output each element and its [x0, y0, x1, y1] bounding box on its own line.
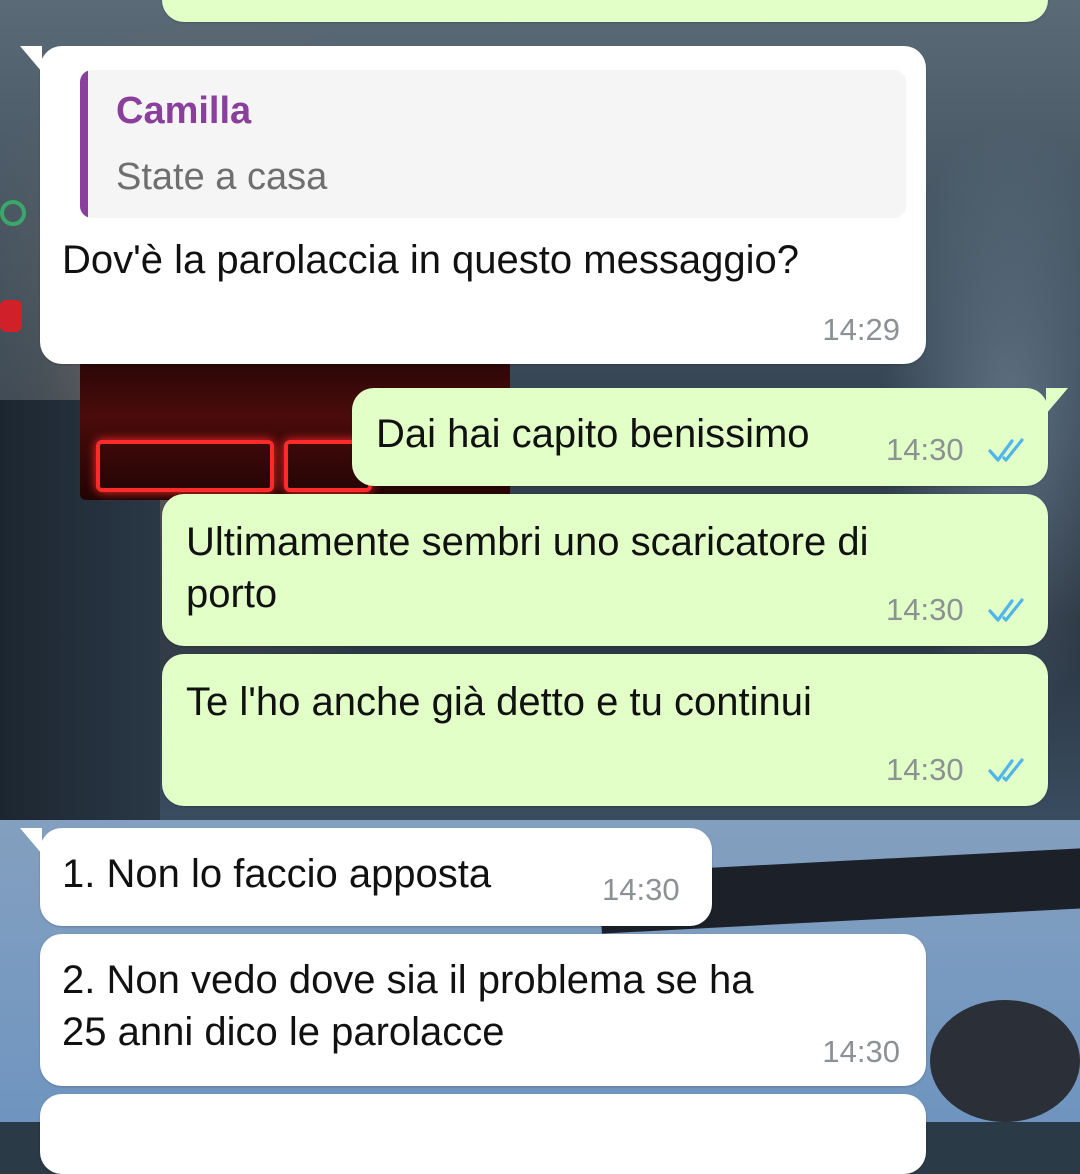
message-outgoing[interactable]: Te l'ho anche già detto e tu continui 14… [162, 654, 1048, 806]
message-text: 1. Non lo faccio apposta [62, 852, 492, 896]
message-timestamp: 14:30 [602, 872, 680, 907]
message-text-line: 25 anni dico le parolacce [62, 1010, 505, 1054]
double-check-icon [988, 598, 1024, 622]
message-text-line: 2. Non vedo dove sia il problema se ha [62, 958, 754, 1002]
message-timestamp: 14:30 [886, 432, 964, 467]
message-timestamp: 14:30 [886, 592, 964, 627]
message-outgoing[interactable]: Ultimamente sembri uno scaricatore di po… [162, 494, 1048, 646]
message-incoming[interactable]: 2. Non vedo dove sia il problema se ha 2… [40, 934, 926, 1086]
message-timestamp: 14:30 [822, 1034, 900, 1069]
reply-sender-name: Camilla [116, 90, 252, 132]
message-incoming[interactable]: Camilla State a casa Dov'è la parolaccia… [20, 46, 926, 364]
message-text: Dai hai capito benissimo [376, 412, 810, 456]
message-timestamp: 14:29 [822, 312, 900, 347]
message-text-line: Ultimamente sembri uno scaricatore di [186, 520, 869, 564]
message-text: Te l'ho anche già detto e tu continui [186, 680, 812, 724]
message-text-line: porto [186, 572, 278, 616]
reply-accent-bar [80, 70, 88, 218]
message-incoming-partial[interactable] [40, 1094, 926, 1174]
message-text: Dov'è la parolaccia in questo messaggio? [62, 238, 799, 282]
reply-quoted-text: State a casa [116, 156, 328, 198]
double-check-icon [988, 438, 1024, 462]
reply-quote[interactable]: Camilla State a casa [80, 70, 906, 218]
message-outgoing[interactable]: Dai hai capito benissimo 14:30 [352, 388, 1068, 486]
message-incoming[interactable]: 1. Non lo faccio apposta 14:30 [20, 828, 712, 926]
message-timestamp: 14:30 [886, 752, 964, 787]
double-check-icon [988, 758, 1024, 782]
message-outgoing-partial[interactable] [162, 0, 1048, 22]
